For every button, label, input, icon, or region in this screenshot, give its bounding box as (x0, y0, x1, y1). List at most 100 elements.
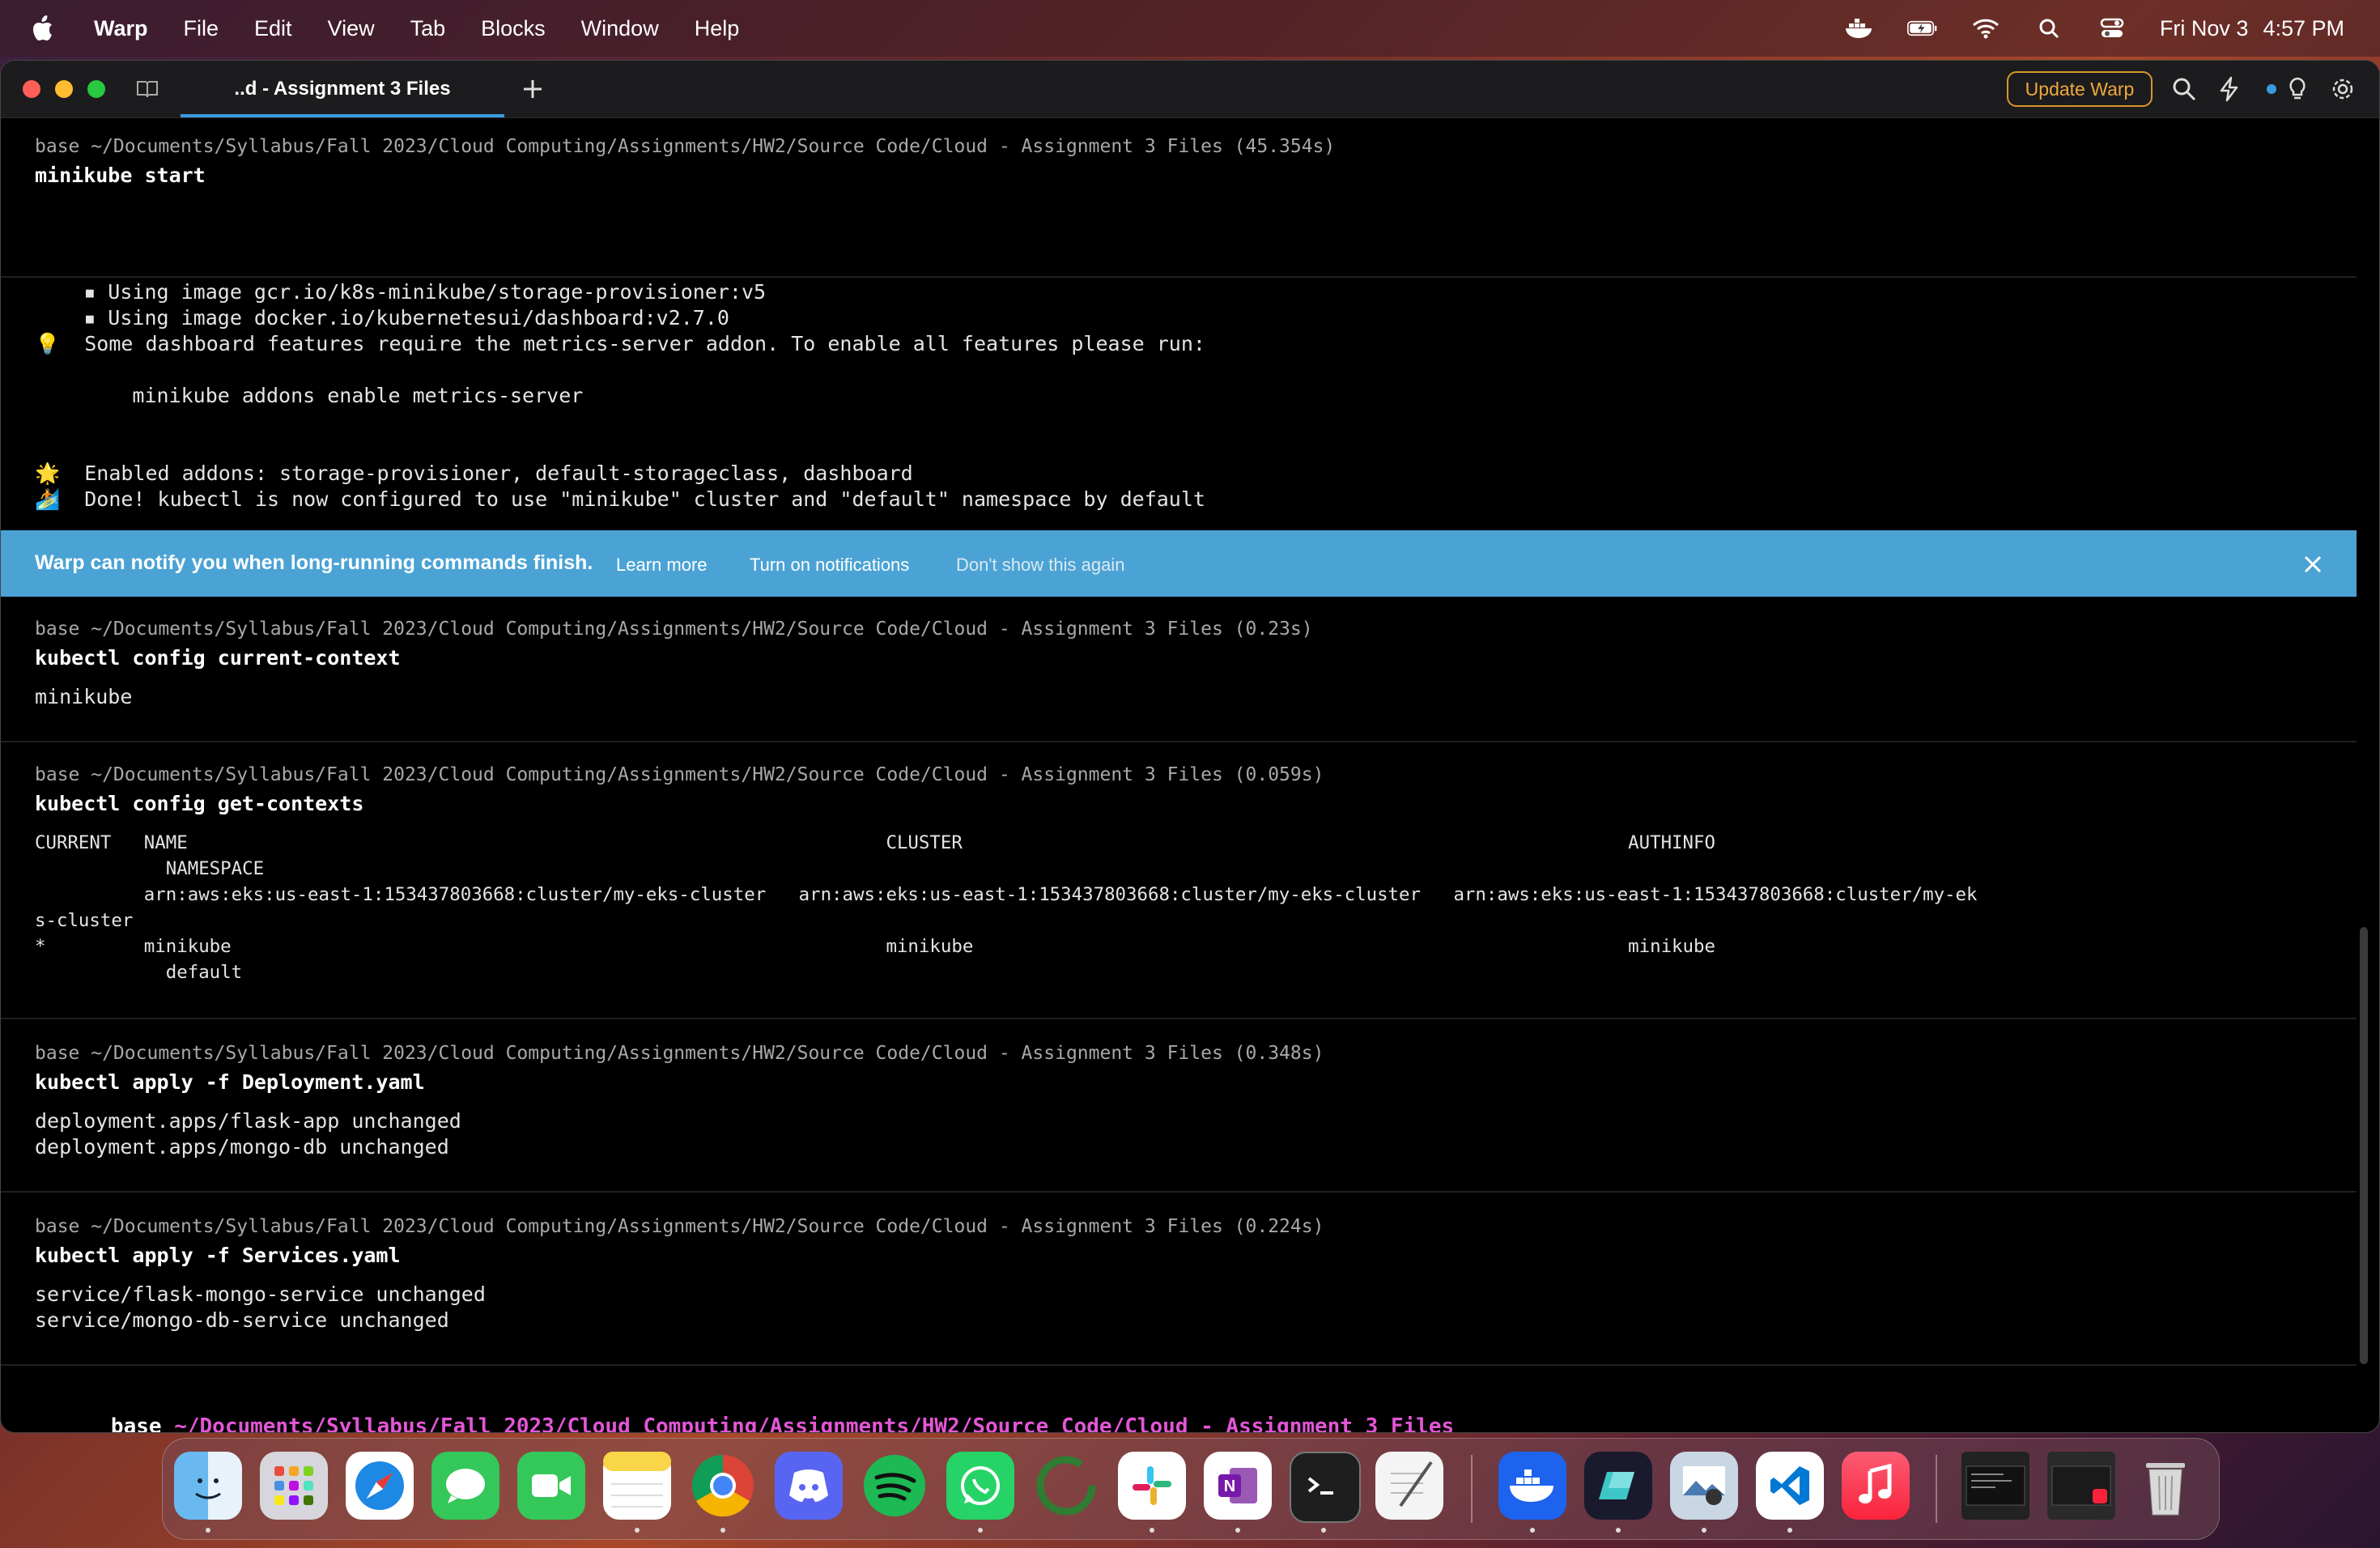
menubar-time[interactable]: 4:57 PM (2263, 16, 2344, 41)
launchpad-icon[interactable] (260, 1452, 328, 1520)
output-line: 💡 Some dashboard features require the me… (35, 332, 1205, 355)
running-indicator (206, 1528, 210, 1533)
zoom-window-button[interactable] (87, 80, 105, 98)
block-command[interactable]: kubectl config get-contexts (35, 791, 363, 817)
command-block[interactable]: base ~/Documents/Syllabus/Fall 2023/Clou… (1, 117, 2357, 278)
command-block[interactable]: base ~/Documents/Syllabus/Fall 2023/Clou… (1, 1018, 2357, 1193)
running-indicator (1616, 1528, 1621, 1533)
block-command[interactable]: kubectl config current-context (35, 645, 401, 671)
control-center-icon[interactable] (2097, 15, 2127, 41)
apple-icon[interactable] (29, 14, 58, 43)
notification-dot-icon (2258, 75, 2285, 103)
title-bar: ..d - Assignment 3 Files Update Warp (1, 61, 2379, 118)
terminal-content[interactable]: base ~/Documents/Syllabus/Fall 2023/Clou… (1, 117, 2379, 1432)
spotlight-search-icon[interactable] (2034, 15, 2064, 41)
menu-file[interactable]: File (184, 16, 219, 41)
minimize-window-button[interactable] (55, 80, 73, 98)
menu-app-name[interactable]: Warp (94, 16, 148, 41)
preview-icon[interactable] (1670, 1452, 1738, 1520)
settings-gear-icon[interactable] (2329, 75, 2357, 103)
messages-icon[interactable] (431, 1452, 499, 1520)
menu-edit[interactable]: Edit (254, 16, 292, 41)
safari-icon[interactable] (346, 1452, 414, 1520)
learn-more-link[interactable]: Learn more (616, 555, 708, 576)
output-line: service/mongo-db-service unchanged (35, 1308, 449, 1332)
block-command[interactable]: kubectl apply -f Services.yaml (35, 1243, 401, 1269)
new-tab-plus-icon[interactable] (519, 75, 546, 103)
menu-tab[interactable]: Tab (410, 16, 446, 41)
block-header: base ~/Documents/Syllabus/Fall 2023/Clou… (35, 136, 1336, 157)
scrollbar[interactable] (2360, 927, 2368, 1364)
menu-view[interactable]: View (328, 16, 375, 41)
lightning-icon[interactable] (2216, 75, 2243, 103)
menu-help[interactable]: Help (695, 16, 740, 41)
music-icon[interactable] (1842, 1452, 1910, 1520)
textedit-icon[interactable] (1375, 1452, 1443, 1520)
menubar-date[interactable]: Fri Nov 3 (2160, 16, 2249, 41)
output-line: ▪ Using image docker.io/kubernetesui/das… (35, 306, 729, 330)
activity-ring-icon[interactable] (1032, 1452, 1100, 1520)
discord-icon[interactable] (775, 1452, 843, 1520)
notification-banner: Warp can notify you when long-running co… (1, 530, 2357, 597)
spotify-icon[interactable] (861, 1452, 929, 1520)
search-icon[interactable] (2170, 75, 2198, 103)
menu-blocks[interactable]: Blocks (481, 16, 546, 41)
block-command[interactable]: kubectl apply -f Deployment.yaml (35, 1070, 425, 1095)
output-line: 🌟 Enabled addons: storage-provisioner, d… (35, 461, 913, 485)
command-block[interactable]: base ~/Documents/Syllabus/Fall 2023/Clou… (1, 597, 2357, 742)
close-banner-icon[interactable] (2301, 553, 2324, 576)
running-indicator (1321, 1528, 1326, 1533)
warp-window: ..d - Assignment 3 Files Update Warp bas… (0, 60, 2380, 1433)
dock: N (162, 1438, 2220, 1540)
output-line: minikube (35, 685, 133, 708)
tab-assignment-3-files[interactable]: ..d - Assignment 3 Files (181, 61, 504, 117)
command-block[interactable]: base ~/Documents/Syllabus/Fall 2023/Clou… (1, 741, 2357, 1019)
warp-icon[interactable] (1584, 1452, 1652, 1520)
command-output: ▪ Using image gcr.io/k8s-minikube/storag… (1, 276, 2357, 530)
dock-separator (1471, 1455, 1473, 1523)
battery-icon[interactable] (1906, 15, 1938, 41)
docker-icon[interactable] (1498, 1452, 1566, 1520)
block-header: base ~/Documents/Syllabus/Fall 2023/Clou… (35, 764, 1324, 785)
command-block[interactable]: base ~/Documents/Syllabus/Fall 2023/Clou… (1, 1191, 2357, 1366)
input-prompt[interactable]: base ~/Documents/Syllabus/Fall 2023/Clou… (35, 1390, 1454, 1433)
whatsapp-icon[interactable] (946, 1452, 1014, 1520)
onenote-icon[interactable]: N (1204, 1452, 1272, 1520)
vscode-icon[interactable] (1756, 1452, 1824, 1520)
output-line: deployment.apps/flask-app unchanged (35, 1109, 461, 1133)
output-line: minikube addons enable metrics-server (35, 384, 584, 407)
dont-show-again-link[interactable]: Don't show this again (956, 555, 1124, 576)
block-header: base ~/Documents/Syllabus/Fall 2023/Clou… (35, 1043, 1324, 1064)
block-header: base ~/Documents/Syllabus/Fall 2023/Clou… (35, 619, 1313, 640)
output-line: default (35, 962, 243, 983)
book-icon[interactable] (135, 77, 159, 101)
docker-status-icon[interactable] (1844, 15, 1875, 41)
output-line: s-cluster (35, 910, 134, 931)
output-line: ▪ Using image gcr.io/k8s-minikube/storag… (35, 280, 767, 304)
dock-separator (1936, 1455, 1937, 1523)
facetime-icon[interactable] (517, 1452, 585, 1520)
menu-window[interactable]: Window (581, 16, 659, 41)
block-command[interactable]: minikube start (35, 163, 206, 189)
chrome-icon[interactable] (689, 1452, 757, 1520)
trash-icon[interactable] (2131, 1452, 2199, 1520)
turn-on-notifications-link[interactable]: Turn on notifications (750, 555, 909, 576)
output-line: NAMESPACE (35, 858, 265, 879)
finder-icon[interactable] (174, 1452, 242, 1520)
update-warp-button[interactable]: Update Warp (2007, 71, 2153, 107)
slack-icon[interactable] (1118, 1452, 1186, 1520)
block-header: base ~/Documents/Syllabus/Fall 2023/Clou… (35, 1216, 1324, 1237)
terminal-icon[interactable] (1290, 1452, 1361, 1523)
running-indicator (635, 1528, 640, 1533)
output-line: 🏄 Done! kubectl is now configured to use… (35, 487, 1205, 511)
notification-message: Warp can notify you when long-running co… (35, 551, 593, 574)
notes-icon[interactable] (603, 1452, 671, 1520)
wifi-icon[interactable] (1970, 15, 2001, 41)
music-window-thumbnail-icon[interactable] (2047, 1452, 2115, 1520)
running-indicator (1235, 1528, 1240, 1533)
close-window-button[interactable] (23, 80, 40, 98)
prompt-env: base (110, 1414, 162, 1433)
terminal-window-thumbnail-icon[interactable] (1961, 1452, 2029, 1520)
output-line: CURRENT NAME CLUSTER AUTHINFO (35, 832, 1715, 853)
lightbulb-icon[interactable] (2284, 75, 2311, 103)
